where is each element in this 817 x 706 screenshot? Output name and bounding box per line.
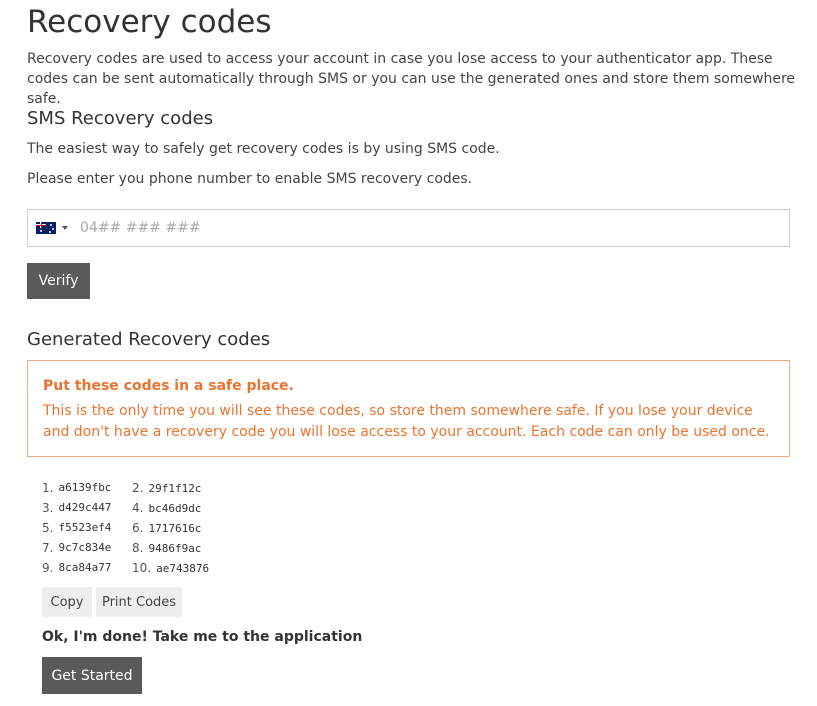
code-number: 4. (132, 501, 144, 515)
codes-row: 5. f5523ef4 6. 1717616c (42, 518, 209, 538)
recovery-code: 8ca84a77 (58, 561, 112, 574)
code-number: 9. (42, 561, 54, 575)
chevron-down-icon (62, 226, 68, 230)
codes-row: 1. a6139fbc 2. 29f1f12c (42, 478, 209, 498)
generated-heading: Generated Recovery codes (27, 329, 271, 350)
phone-input[interactable] (80, 210, 780, 246)
recovery-codes-list: 1. a6139fbc 2. 29f1f12c 3. d429c447 4. bc46d… (42, 478, 209, 578)
sms-heading: SMS Recovery codes (27, 108, 214, 129)
code-number: 8. (132, 541, 144, 555)
codes-row: 9. 8ca84a77 10. ae743876 (42, 558, 209, 578)
done-prompt: Ok, I'm done! Take me to the application (42, 629, 363, 645)
code-number: 6. (132, 521, 144, 535)
get-started-button[interactable]: Get Started (42, 657, 142, 694)
phone-field (27, 209, 790, 247)
codes-row: 3. d429c447 4. bc46d9dc (42, 498, 209, 518)
recovery-code: a6139fbc (58, 481, 112, 494)
sms-description: The easiest way to safely get recovery c… (27, 141, 500, 157)
code-number: 1. (42, 481, 54, 495)
code-number: 10. (132, 561, 152, 575)
page-title: Recovery codes (27, 4, 272, 40)
australia-flag-icon (36, 222, 56, 234)
code-number: 7. (42, 541, 54, 555)
recovery-code: 1717616c (148, 522, 202, 535)
recovery-code: 9c7c834e (58, 541, 112, 554)
code-number: 5. (42, 521, 54, 535)
print-codes-button[interactable]: Print Codes (96, 587, 182, 617)
country-selector[interactable] (36, 210, 72, 246)
recovery-code: 29f1f12c (148, 482, 202, 495)
alert-body: This is the only time you will see these… (43, 403, 770, 440)
alert-title: Put these codes in a safe place. (43, 378, 294, 394)
code-number: 3. (42, 501, 54, 515)
recovery-code: bc46d9dc (148, 502, 202, 515)
codes-row: 7. 9c7c834e 8. 9486f9ac (42, 538, 209, 558)
recovery-code: f5523ef4 (58, 521, 112, 534)
warning-alert: Put these codes in a safe place. This is… (27, 360, 790, 457)
recovery-code: 9486f9ac (148, 542, 202, 555)
recovery-code: ae743876 (156, 562, 210, 575)
verify-button[interactable]: Verify (27, 263, 90, 299)
recovery-code: d429c447 (58, 501, 112, 514)
intro-text: Recovery codes are used to access your a… (27, 51, 796, 107)
code-number: 2. (132, 481, 144, 495)
sms-instruction: Please enter you phone number to enable … (27, 171, 473, 187)
copy-button[interactable]: Copy (42, 587, 92, 617)
